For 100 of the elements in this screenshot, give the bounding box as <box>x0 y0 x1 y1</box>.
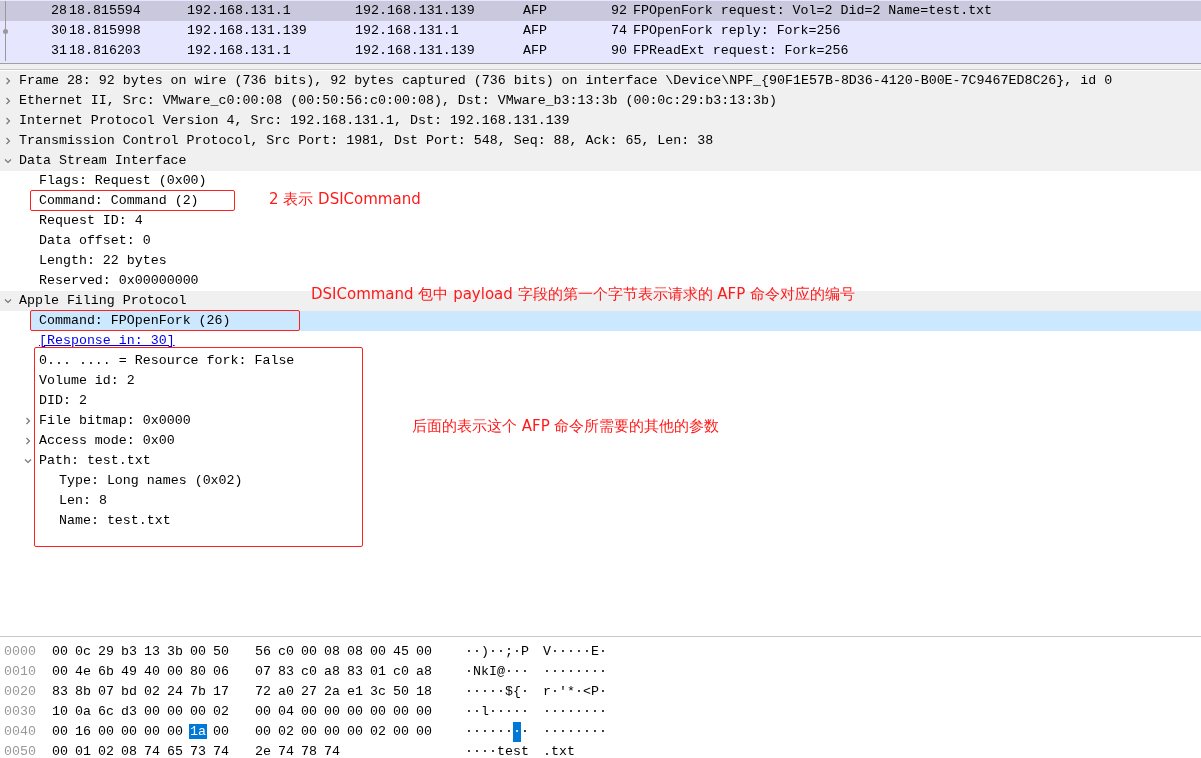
hex-byte[interactable]: 50 <box>392 684 410 699</box>
hex-byte[interactable]: 4e <box>74 664 92 679</box>
tree-item[interactable]: Request ID: 4 <box>39 211 143 231</box>
ascii-char[interactable]: V <box>543 642 551 662</box>
ascii-char[interactable]: · <box>513 642 521 662</box>
hex-byte[interactable]: 02 <box>212 704 230 719</box>
ascii-char[interactable]: ) <box>481 642 489 662</box>
ascii-char[interactable]: r <box>543 682 551 702</box>
hex-byte[interactable]: 08 <box>323 644 341 659</box>
hex-byte[interactable]: 00 <box>415 704 433 719</box>
ascii-char[interactable]: < <box>583 682 591 702</box>
hex-byte[interactable]: 02 <box>277 724 295 739</box>
ascii-char[interactable]: · <box>473 702 481 722</box>
ascii-char[interactable]: · <box>473 722 481 742</box>
ascii-char[interactable]: · <box>599 702 607 722</box>
ascii-char[interactable]: · <box>497 642 505 662</box>
ascii-char[interactable]: · <box>599 682 607 702</box>
hex-byte[interactable]: 50 <box>212 644 230 659</box>
ascii-char[interactable]: · <box>543 702 551 722</box>
hex-byte[interactable]: 00 <box>300 704 318 719</box>
ascii-char[interactable]: · <box>575 702 583 722</box>
hex-byte[interactable]: a8 <box>323 664 341 679</box>
ascii-char[interactable]: · <box>559 642 567 662</box>
tree-item[interactable]: Name: test.txt <box>59 511 171 531</box>
hex-byte[interactable]: 10 <box>51 704 69 719</box>
ascii-char[interactable]: · <box>489 682 497 702</box>
tree-item[interactable]: Type: Long names (0x02) <box>59 471 243 491</box>
ascii-char[interactable]: · <box>591 722 599 742</box>
hex-byte[interactable]: 74 <box>212 744 230 758</box>
hex-byte[interactable]: 16 <box>74 724 92 739</box>
hex-byte[interactable]: 27 <box>300 684 318 699</box>
hex-byte[interactable]: 83 <box>51 684 69 699</box>
hex-byte[interactable]: 45 <box>392 644 410 659</box>
ascii-char[interactable]: · <box>473 642 481 662</box>
hex-byte[interactable]: 00 <box>254 704 272 719</box>
hex-byte[interactable]: 01 <box>74 744 92 758</box>
hex-byte[interactable]: a0 <box>277 684 295 699</box>
ascii-char[interactable]: { <box>513 682 521 702</box>
ascii-char[interactable]: I <box>489 662 497 682</box>
ascii-char[interactable]: · <box>505 662 513 682</box>
ascii-char[interactable]: · <box>465 702 473 722</box>
ascii-char[interactable]: P <box>521 642 529 662</box>
hex-byte[interactable]: 65 <box>166 744 184 758</box>
chevron-icon[interactable] <box>4 117 12 125</box>
hex-byte[interactable]: 04 <box>277 704 295 719</box>
hex-byte[interactable]: 74 <box>143 744 161 758</box>
ascii-char[interactable]: · <box>505 702 513 722</box>
ascii-char[interactable]: k <box>481 662 489 682</box>
hex-byte[interactable]: 74 <box>277 744 295 758</box>
ascii-char[interactable]: · <box>599 662 607 682</box>
hex-byte[interactable]: b3 <box>120 644 138 659</box>
chevron-icon[interactable] <box>24 417 32 425</box>
ascii-char[interactable]: · <box>559 722 567 742</box>
hex-byte[interactable]: 7b <box>189 684 207 699</box>
hex-byte[interactable]: 3b <box>166 644 184 659</box>
ascii-char[interactable]: · <box>583 662 591 682</box>
hex-byte[interactable]: 2e <box>254 744 272 758</box>
ascii-char[interactable]: . <box>543 742 551 758</box>
ascii-char[interactable]: · <box>543 662 551 682</box>
hex-byte[interactable]: 00 <box>51 724 69 739</box>
tree-item[interactable]: Volume id: 2 <box>39 371 135 391</box>
hex-byte[interactable]: 2a <box>323 684 341 699</box>
hex-byte[interactable]: 00 <box>51 644 69 659</box>
ascii-char[interactable]: · <box>551 642 559 662</box>
ascii-char[interactable]: E <box>591 642 599 662</box>
hex-byte[interactable]: 00 <box>189 644 207 659</box>
ascii-char[interactable]: ' <box>559 682 567 702</box>
ascii-char[interactable]: · <box>465 682 473 702</box>
ascii-char[interactable]: N <box>473 662 481 682</box>
ascii-char[interactable]: · <box>599 722 607 742</box>
ascii-char[interactable]: e <box>505 742 513 758</box>
hex-byte[interactable]: 00 <box>166 724 184 739</box>
ascii-char[interactable]: · <box>575 642 583 662</box>
hex-byte[interactable]: 6c <box>97 704 115 719</box>
hex-byte[interactable]: e1 <box>346 684 364 699</box>
hex-byte[interactable]: 07 <box>97 684 115 699</box>
ascii-char[interactable]: · <box>473 742 481 758</box>
tree-item[interactable]: File bitmap: 0x0000 <box>39 411 191 431</box>
ascii-char[interactable]: P <box>591 682 599 702</box>
ascii-char[interactable]: · <box>489 642 497 662</box>
hex-byte[interactable]: 00 <box>166 664 184 679</box>
ascii-char[interactable]: t <box>521 742 529 758</box>
hex-byte[interactable]: 74 <box>323 744 341 758</box>
ascii-char[interactable]: · <box>521 702 529 722</box>
hex-byte[interactable]: d3 <box>120 704 138 719</box>
tree-item[interactable]: DID: 2 <box>39 391 87 411</box>
tree-item[interactable]: Len: 8 <box>59 491 107 511</box>
hex-byte[interactable]: 00 <box>97 724 115 739</box>
ascii-char[interactable]: t <box>551 742 559 758</box>
hex-byte[interactable]: 56 <box>254 644 272 659</box>
tree-item[interactable]: Flags: Request (0x00) <box>39 171 207 191</box>
hex-byte[interactable]: 83 <box>277 664 295 679</box>
ascii-char[interactable]: * <box>567 682 575 702</box>
chevron-icon[interactable] <box>4 137 12 145</box>
ascii-char[interactable]: · <box>481 682 489 702</box>
tree-item[interactable]: Reserved: 0x00000000 <box>39 271 199 291</box>
ascii-char[interactable]: · <box>497 682 505 702</box>
hex-byte[interactable]: 00 <box>392 724 410 739</box>
hex-byte[interactable]: 00 <box>323 724 341 739</box>
hex-byte[interactable]: 00 <box>300 724 318 739</box>
